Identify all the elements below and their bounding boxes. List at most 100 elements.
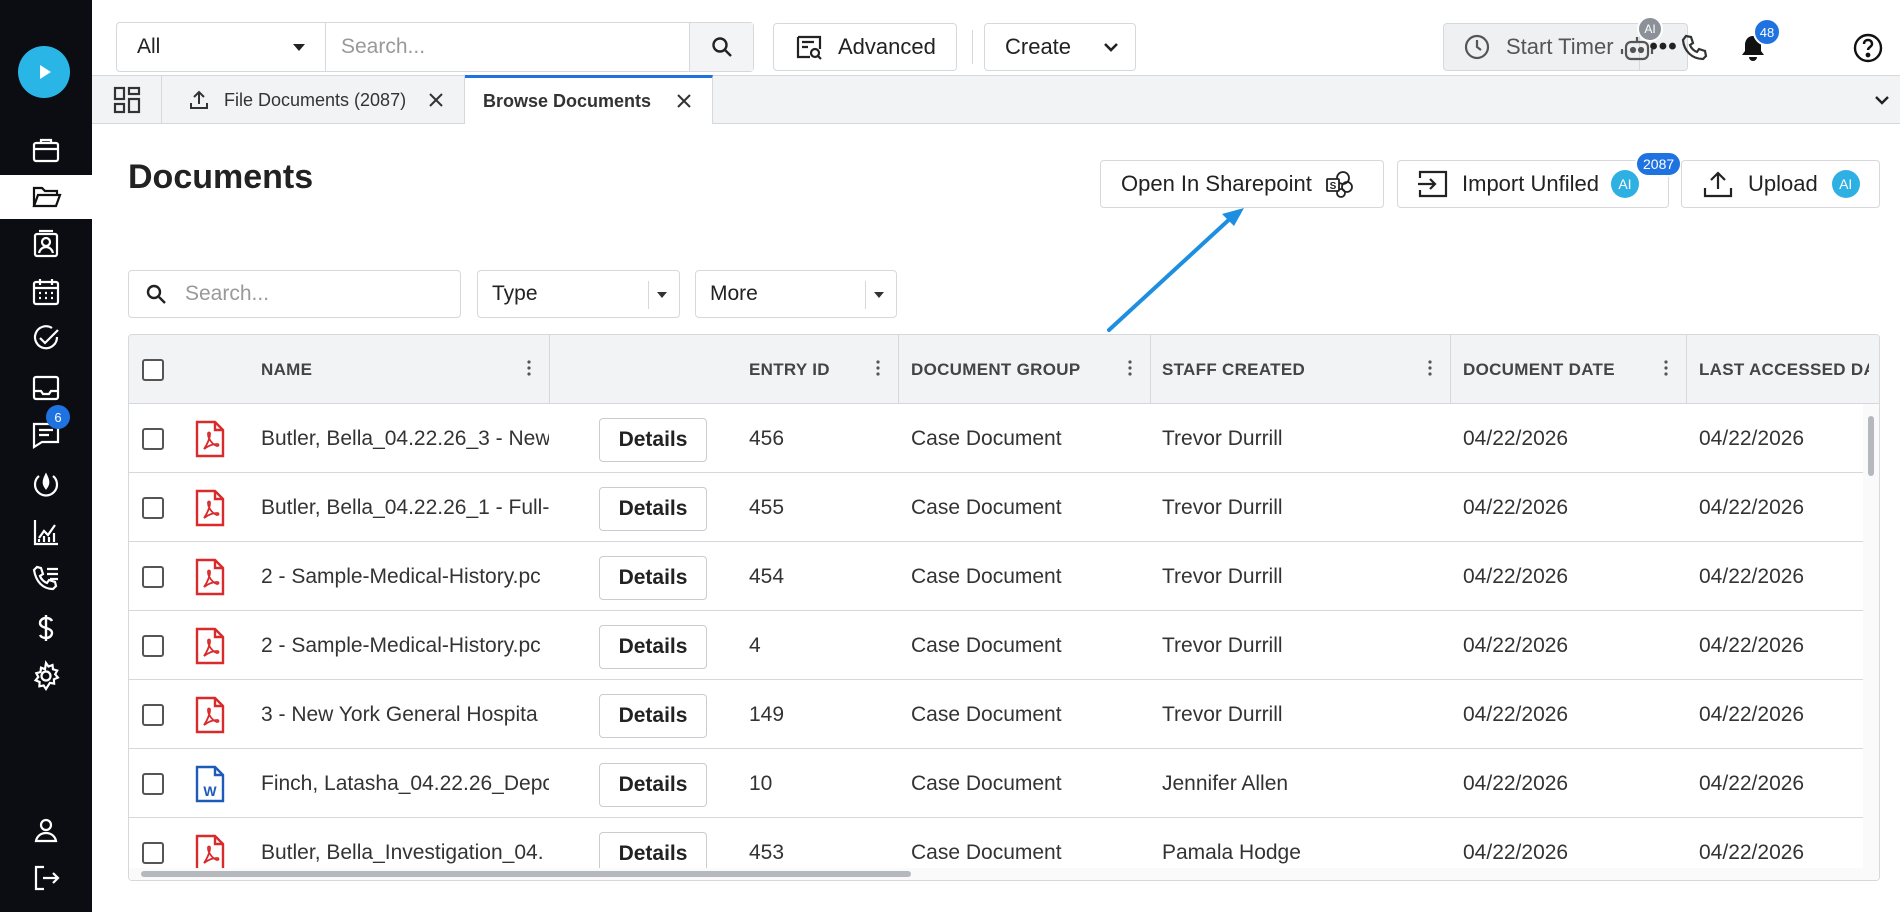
play-logo-icon[interactable] bbox=[18, 46, 70, 98]
top-header: All Advanced Create Start Timer ••• AI 4… bbox=[92, 0, 1900, 75]
notification-count-badge: 48 bbox=[1753, 18, 1781, 46]
column-menu-icon[interactable] bbox=[1128, 359, 1132, 377]
column-menu-icon[interactable] bbox=[876, 359, 880, 377]
intake-drop-icon[interactable] bbox=[0, 463, 92, 507]
document-name[interactable]: 2 - Sample-Medical-History.pc bbox=[261, 542, 549, 611]
more-filter-dropdown[interactable]: More bbox=[695, 270, 897, 318]
notifications-button[interactable]: 48 bbox=[1733, 18, 1781, 68]
row-checkbox[interactable] bbox=[142, 749, 164, 818]
grid-icon bbox=[113, 86, 140, 114]
pdf-file-icon bbox=[195, 611, 225, 680]
column-menu-icon[interactable] bbox=[1664, 359, 1668, 377]
table-row[interactable]: 3 - New York General Hospita Details 149… bbox=[129, 680, 1865, 749]
details-button[interactable]: Details bbox=[599, 556, 707, 600]
row-checkbox[interactable] bbox=[142, 404, 164, 473]
vertical-scrollbar[interactable] bbox=[1863, 404, 1879, 880]
folder-open-icon[interactable] bbox=[0, 175, 92, 219]
help-button[interactable] bbox=[1848, 28, 1888, 68]
row-checkbox[interactable] bbox=[142, 611, 164, 680]
details-button[interactable]: Details bbox=[599, 487, 707, 531]
ai-assistant-button[interactable]: AI bbox=[1617, 16, 1663, 68]
last-accessed-date: 04/22/2026 bbox=[1699, 426, 1805, 450]
search-button[interactable] bbox=[689, 23, 753, 71]
column-header-entry-id[interactable]: ENTRY ID bbox=[749, 335, 830, 404]
advanced-search-button[interactable]: Advanced bbox=[773, 23, 957, 71]
inbox-tray-icon[interactable] bbox=[0, 366, 92, 410]
tab-browse-documents[interactable]: Browse Documents bbox=[465, 75, 713, 124]
staff-created: Jennifer Allen bbox=[1162, 771, 1289, 795]
details-button[interactable]: Details bbox=[599, 625, 707, 669]
search-icon bbox=[711, 37, 732, 57]
upload-button[interactable]: Upload AI bbox=[1681, 160, 1880, 208]
table-row[interactable]: Butler, Bella_04.22.26_1 - Full- Details… bbox=[129, 473, 1865, 542]
billing-dollar-icon[interactable] bbox=[0, 606, 92, 650]
column-header-name[interactable]: NAME bbox=[261, 335, 312, 404]
table-row[interactable]: 2 - Sample-Medical-History.pc Details 4 … bbox=[129, 611, 1865, 680]
task-check-icon[interactable] bbox=[0, 317, 92, 361]
details-button[interactable]: Details bbox=[599, 763, 707, 807]
contact-card-icon[interactable] bbox=[0, 222, 92, 266]
table-row[interactable]: 2 - Sample-Medical-History.pc Details 45… bbox=[129, 542, 1865, 611]
close-tab-icon[interactable] bbox=[428, 92, 444, 108]
row-checkbox[interactable] bbox=[142, 542, 164, 611]
horizontal-scrollbar[interactable] bbox=[129, 868, 1865, 880]
document-name[interactable]: Butler, Bella_04.22.26_1 - Full- bbox=[261, 473, 549, 542]
select-all-checkbox[interactable] bbox=[142, 335, 164, 404]
document-search-field[interactable] bbox=[128, 270, 461, 318]
global-search-input[interactable] bbox=[326, 23, 689, 71]
table-row[interactable]: Butler, Bella_04.22.26_3 - New Details 4… bbox=[129, 404, 1865, 473]
briefcase-icon[interactable] bbox=[0, 128, 92, 172]
document-name[interactable]: 3 - New York General Hospita bbox=[261, 680, 549, 749]
create-menu-button[interactable]: Create bbox=[984, 23, 1136, 71]
tab-file-documents[interactable]: File Documents (2087) bbox=[162, 76, 465, 124]
table-row[interactable]: W Finch, Latasha_04.22.26_Depc Details 1… bbox=[129, 749, 1865, 818]
start-timer-button[interactable]: Start Timer bbox=[1444, 24, 1640, 70]
search-scope-select[interactable]: All bbox=[117, 23, 326, 71]
close-tab-icon[interactable] bbox=[676, 93, 692, 109]
pdf-file-icon bbox=[195, 404, 225, 473]
column-header-document-date[interactable]: DOCUMENT DATE bbox=[1463, 335, 1615, 404]
reports-chart-icon[interactable] bbox=[0, 510, 92, 554]
logout-icon[interactable] bbox=[0, 856, 92, 900]
type-filter-dropdown[interactable]: Type bbox=[477, 270, 680, 318]
app-grid-button[interactable] bbox=[92, 76, 162, 124]
details-button[interactable]: Details bbox=[599, 418, 707, 462]
entry-id: 10 bbox=[749, 771, 773, 795]
page-title: Documents bbox=[128, 158, 314, 196]
document-search-input[interactable] bbox=[183, 281, 433, 307]
column-header-staff-created[interactable]: STAFF CREATED bbox=[1162, 335, 1305, 404]
unfiled-count-badge: 2087 bbox=[1635, 151, 1683, 177]
tab-label: File Documents (2087) bbox=[224, 89, 407, 110]
calendar-icon[interactable] bbox=[0, 270, 92, 314]
document-name[interactable]: Butler, Bella_04.22.26_3 - New bbox=[261, 404, 549, 473]
clock-icon bbox=[1464, 34, 1490, 60]
last-accessed-date: 04/22/2026 bbox=[1699, 564, 1805, 588]
import-unfiled-button[interactable]: Import Unfiled AI 2087 bbox=[1397, 151, 1683, 208]
caret-down-icon bbox=[293, 44, 305, 51]
call-log-icon[interactable] bbox=[0, 557, 92, 601]
ai-badge: AI bbox=[1610, 170, 1639, 198]
document-name[interactable]: 2 - Sample-Medical-History.pc bbox=[261, 611, 549, 680]
document-name[interactable]: Finch, Latasha_04.22.26_Depc bbox=[261, 749, 549, 818]
row-checkbox[interactable] bbox=[142, 680, 164, 749]
column-header-document-group[interactable]: DOCUMENT GROUP bbox=[911, 335, 1080, 404]
open-in-sharepoint-button[interactable]: Open In Sharepoint S bbox=[1100, 160, 1384, 208]
phone-icon bbox=[1681, 34, 1708, 61]
messages-icon[interactable]: 6 bbox=[0, 405, 92, 457]
row-checkbox[interactable] bbox=[142, 473, 164, 542]
upload-label: Upload bbox=[1748, 171, 1818, 196]
document-group: Case Document bbox=[911, 633, 1062, 657]
left-sidebar: 6 bbox=[0, 0, 92, 912]
document-date: 04/22/2026 bbox=[1463, 564, 1569, 588]
phone-button[interactable] bbox=[1675, 28, 1715, 68]
column-header-last-accessed[interactable]: LAST ACCESSED DAT bbox=[1699, 335, 1869, 404]
column-menu-icon[interactable] bbox=[527, 359, 531, 377]
settings-gear-icon[interactable] bbox=[0, 654, 92, 698]
details-button[interactable]: Details bbox=[599, 694, 707, 738]
scroll-thumb[interactable] bbox=[141, 871, 911, 877]
profile-user-icon[interactable] bbox=[0, 808, 92, 852]
column-menu-icon[interactable] bbox=[1428, 359, 1432, 377]
scroll-thumb[interactable] bbox=[1868, 416, 1874, 476]
document-group: Case Document bbox=[911, 426, 1062, 450]
tab-overflow-button[interactable] bbox=[1864, 76, 1900, 124]
